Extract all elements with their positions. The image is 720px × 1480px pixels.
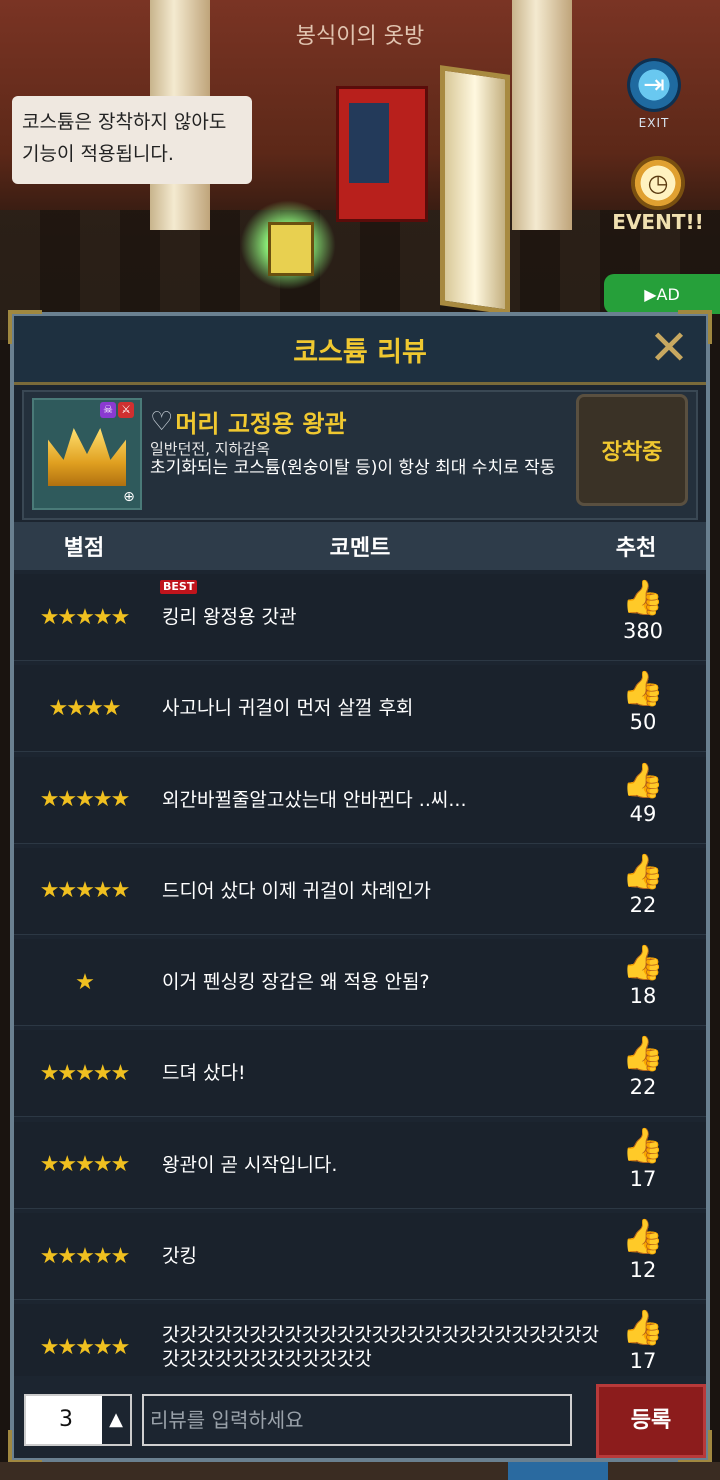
review-comment: 사고나니 귀걸이 먼저 살껄 후회 <box>162 697 414 720</box>
column-comment: 코멘트 <box>329 536 391 561</box>
star-rating-stepper[interactable]: 3 ▲ <box>24 1394 132 1446</box>
item-name: 머리 고정용 왕관 <box>175 410 347 438</box>
like-button[interactable]: 👍 18 <box>588 939 698 1025</box>
review-row: ★ 이거 펜싱킹 장갑은 왜 적용 안됨? 👍 18 <box>14 939 706 1027</box>
submit-button[interactable]: 등록 <box>596 1384 706 1458</box>
like-button[interactable]: 👍 17 <box>588 1122 698 1208</box>
like-count: 18 <box>629 984 657 1009</box>
like-button[interactable]: 👍 49 <box>588 757 698 843</box>
like-button[interactable]: 👍 380 <box>588 574 698 660</box>
like-button[interactable]: 👍 12 <box>588 1213 698 1299</box>
review-row: ★★★★ 사고나니 귀걸이 먼저 살껄 후회 👍 50 <box>14 665 706 753</box>
thumbs-up-icon: 👍 <box>621 1217 665 1258</box>
bottom-tab-bar <box>0 1462 720 1480</box>
star-rating-value: 3 <box>59 1407 73 1432</box>
equip-button[interactable]: 장착중 <box>576 394 688 506</box>
tab-active[interactable] <box>508 1462 608 1480</box>
review-comment: 킹리 왕정용 갓관 <box>162 606 297 628</box>
thumbs-up-icon: 👍 <box>621 669 665 710</box>
triangle-up-icon[interactable]: ▲ <box>102 1396 130 1444</box>
review-comment: 드디어 샀다 이제 귀걸이 차례인가 <box>162 879 431 902</box>
item-badges: ☠ ⚔ <box>100 402 134 418</box>
review-row: ★★★★★ 왕관이 곧 시작입니다. 👍 17 <box>14 1121 706 1209</box>
like-count: 22 <box>629 892 657 917</box>
star-rating: ★★★★★ <box>39 1060 131 1086</box>
thumbs-up-icon: 👍 <box>621 578 665 618</box>
costume-review-panel: 코스튬 리뷰 ✕ ☠ ⚔ ⊕ ♡ 머리 고정용 왕관 일반던전, 지하감옥 초기… <box>8 310 712 1464</box>
star-rating: ★★★★★ <box>39 1243 131 1269</box>
ad-button[interactable]: ▶AD <box>604 274 720 314</box>
item-source: 일반던전, 지하감옥 <box>150 440 270 458</box>
mirror <box>440 65 510 315</box>
like-count: 22 <box>629 1075 657 1100</box>
star-rating: ★★★★★ <box>39 1152 131 1178</box>
room-title: 봉식이의 옷방 <box>295 24 425 49</box>
review-input-bar: 3 ▲ 리뷰를 입력하세요 등록 <box>14 1376 706 1458</box>
event-label: EVENT!! <box>612 210 704 234</box>
thumbs-up-icon: 👍 <box>621 943 665 984</box>
like-button[interactable]: 👍 22 <box>588 1030 698 1116</box>
exit-door-icon: ⇥ <box>627 58 681 112</box>
review-comment: 드뎌 샀다! <box>162 1062 246 1085</box>
like-count: 380 <box>622 619 664 643</box>
like-count: 17 <box>629 1349 657 1374</box>
column-like: 추천 <box>615 536 657 561</box>
table-header: 별점 코멘트 추천 <box>14 522 706 570</box>
crown-icon <box>48 428 126 486</box>
column-rating: 별점 <box>63 536 105 561</box>
like-button[interactable]: 👍 22 <box>588 848 698 934</box>
review-comment: 왕관이 곧 시작입니다. <box>162 1153 338 1176</box>
thumbs-up-icon: 👍 <box>621 1308 665 1349</box>
star-rating: ★★★★★ <box>39 604 131 630</box>
clock-icon: ◷ <box>631 156 685 210</box>
sword-icon: ⚔ <box>118 402 134 418</box>
thumbs-up-icon: 👍 <box>621 851 665 892</box>
exit-button[interactable]: ⇥ EXIT <box>624 58 684 138</box>
like-count: 12 <box>629 1258 657 1283</box>
game-scene: 봉식이의 옷방 코스튬은 장착하지 않아도 기능이 적용됩니다. ⇥ EXIT … <box>0 0 720 340</box>
star-rating: ★★★★★ <box>39 787 131 813</box>
like-button[interactable]: 👍 50 <box>588 665 698 751</box>
thumbs-up-icon: 👍 <box>621 760 665 801</box>
vending-machine <box>336 86 428 222</box>
item-description: 초기화되는 코스튬(원숭이탈 등)이 항상 최대 수치로 작동 <box>150 458 556 478</box>
review-comment: 갓킹 <box>162 1245 197 1268</box>
review-input[interactable]: 리뷰를 입력하세요 <box>142 1394 572 1446</box>
close-icon: ✕ <box>648 320 690 376</box>
item-name-row: ♡ 머리 고정용 왕관 <box>150 404 347 439</box>
like-count: 50 <box>629 710 657 735</box>
review-row: ★★★★★ 갓킹 👍 12 <box>14 1213 706 1301</box>
review-row: ★★★★★ 드뎌 샀다! 👍 22 <box>14 1030 706 1118</box>
review-row: ★★★★★ 드디어 샀다 이제 귀걸이 차례인가 👍 22 <box>14 847 706 935</box>
like-count: 17 <box>629 1166 657 1191</box>
player-character <box>240 200 336 290</box>
item-card: ☠ ⚔ ⊕ ♡ 머리 고정용 왕관 일반던전, 지하감옥 초기화되는 코스튬(원… <box>22 390 698 520</box>
star-rating: ★★★★★ <box>39 878 131 904</box>
star-rating: ★★★★ <box>48 695 122 721</box>
heart-icon[interactable]: ♡ <box>150 408 173 436</box>
panel-header: 코스튬 리뷰 ✕ <box>14 316 706 385</box>
skull-icon: ☠ <box>100 402 116 418</box>
panel-title: 코스튬 리뷰 <box>293 337 427 368</box>
thumbs-up-icon: 👍 <box>621 1034 665 1075</box>
review-comment: 이거 펜싱킹 장갑은 왜 적용 안됨? <box>162 971 430 994</box>
ad-label: ▶AD <box>644 284 680 304</box>
like-count: 49 <box>629 801 657 826</box>
event-button[interactable]: ◷ EVENT!! <box>606 156 710 246</box>
review-comment: 외간바뀔줄알고샀는대 안바뀐다 ..씨... <box>162 788 467 811</box>
item-thumbnail[interactable]: ☠ ⚔ ⊕ <box>32 398 142 510</box>
exit-label: EXIT <box>638 116 670 130</box>
close-button[interactable]: ✕ <box>646 324 692 372</box>
star-rating: ★ <box>75 969 95 995</box>
review-list[interactable]: ★★★★★ BEST 킹리 왕정용 갓관 👍 380 ★★★★ 사고나니 귀걸이 … <box>14 574 706 1396</box>
review-row: ★★★★★ BEST 킹리 왕정용 갓관 👍 380 <box>14 574 706 661</box>
tip-bubble: 코스튬은 장착하지 않아도 기능이 적용됩니다. <box>12 96 252 184</box>
thumbs-up-icon: 👍 <box>621 1125 665 1166</box>
zoom-icon[interactable]: ⊕ <box>120 488 138 506</box>
review-row: ★★★★★ 외간바뀔줄알고샀는대 안바뀐다 ..씨... 👍 49 <box>14 756 706 844</box>
